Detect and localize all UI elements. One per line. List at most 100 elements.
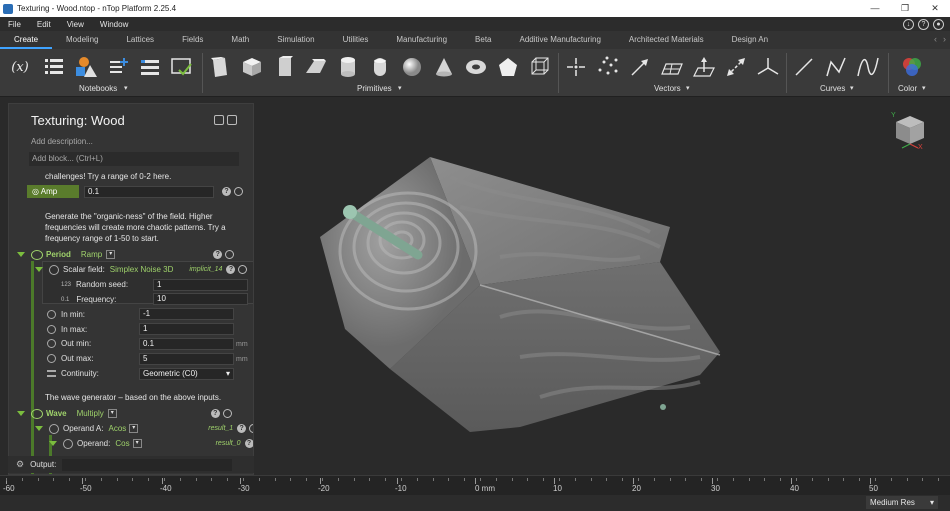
polyline-icon[interactable]	[824, 55, 848, 79]
tab-fields[interactable]: Fields	[168, 31, 217, 49]
sequence-icon[interactable]	[138, 55, 162, 79]
color-dropdown-icon[interactable]: ▾	[922, 84, 926, 92]
period-output-icon[interactable]	[225, 250, 235, 259]
operand-value[interactable]: Cos	[115, 439, 129, 448]
operand-collapse-icon[interactable]	[49, 441, 57, 446]
period-type-dropdown-icon[interactable]: ▾	[106, 250, 116, 259]
wave-collapse-icon[interactable]	[17, 411, 25, 416]
curves-group-label[interactable]: Curves	[820, 84, 845, 93]
wave-type-dropdown-icon[interactable]: ▾	[107, 409, 117, 418]
cylinder-icon[interactable]	[336, 55, 360, 79]
operand-dropdown-icon[interactable]: ▾	[132, 439, 142, 448]
line-icon[interactable]	[792, 55, 816, 79]
description-field[interactable]: Add description...	[31, 137, 93, 146]
color-group-label[interactable]: Color	[898, 84, 917, 93]
operand-a-output-icon[interactable]	[249, 424, 253, 433]
checklist-icon[interactable]	[170, 55, 194, 79]
seed-input[interactable]: 1	[153, 279, 248, 291]
tab-design-analysis[interactable]: Design An	[718, 31, 782, 49]
wave-output-icon[interactable]	[222, 409, 232, 418]
primitives-group-label[interactable]: Primitives	[357, 84, 392, 93]
maximize-button[interactable]: ❐	[890, 3, 920, 14]
tab-create[interactable]: Create	[0, 31, 53, 49]
cube-icon[interactable]	[240, 55, 264, 79]
in-min-input[interactable]: -1	[139, 308, 234, 320]
menu-edit[interactable]: Edit	[29, 20, 59, 29]
tab-scroll-left-icon[interactable]: ‹	[934, 34, 937, 44]
wave-type[interactable]: Multiply	[77, 409, 104, 418]
scalar-help-icon[interactable]: ?	[226, 265, 236, 274]
scalar-output-icon[interactable]	[238, 265, 248, 274]
frequency-input[interactable]: 10	[153, 293, 248, 305]
menu-file[interactable]: File	[0, 20, 29, 29]
capsule-icon[interactable]	[368, 55, 392, 79]
add-block-input[interactable]: Add block... (Ctrl+L)	[29, 152, 239, 166]
curves-dropdown-icon[interactable]: ▾	[850, 84, 854, 92]
spline-icon[interactable]	[856, 55, 880, 79]
wave-help-icon[interactable]: ?	[210, 409, 220, 418]
duplicate-icon[interactable]	[227, 115, 237, 125]
notebooks-group-label[interactable]: Notebooks	[79, 84, 117, 93]
download-icon[interactable]: ↓	[903, 18, 914, 30]
tab-modeling[interactable]: Modeling	[52, 31, 112, 49]
amp-input[interactable]: 0.1	[84, 185, 214, 198]
scalar-collapse-icon[interactable]	[35, 267, 43, 272]
tab-beta[interactable]: Beta	[461, 31, 505, 49]
out-max-input[interactable]: 5	[139, 353, 234, 365]
operand-help-icon[interactable]: ?	[244, 439, 253, 448]
operand-a-value[interactable]: Acos	[108, 424, 126, 433]
add-list-icon[interactable]	[107, 55, 131, 79]
out-min-input[interactable]: 0.1	[139, 338, 234, 350]
output-field[interactable]	[62, 458, 233, 471]
in-max-input[interactable]: 1	[139, 323, 234, 335]
close-button[interactable]: ✕	[920, 3, 950, 14]
torus-icon[interactable]	[464, 55, 488, 79]
menu-view[interactable]: View	[59, 20, 92, 29]
tab-lattices[interactable]: Lattices	[112, 31, 168, 49]
tab-architected-materials[interactable]: Architected Materials	[615, 31, 718, 49]
operand-a-dropdown-icon[interactable]: ▾	[129, 424, 139, 433]
tab-utilities[interactable]: Utilities	[329, 31, 383, 49]
box-icon[interactable]	[208, 55, 232, 79]
primitives-dropdown-icon[interactable]: ▾	[398, 84, 402, 92]
continuity-select[interactable]: Geometric (C0) ▾	[139, 368, 234, 380]
shapes-icon[interactable]	[74, 55, 98, 79]
point-list-icon[interactable]	[596, 55, 620, 79]
amp-output-icon[interactable]	[234, 187, 243, 196]
list-icon[interactable]	[42, 55, 66, 79]
point-icon[interactable]	[564, 55, 588, 79]
cone-icon[interactable]	[432, 55, 456, 79]
coordinate-system-icon[interactable]	[756, 55, 780, 79]
vector-icon[interactable]	[628, 55, 652, 79]
color-icon[interactable]	[900, 55, 924, 79]
polygon-icon[interactable]	[496, 55, 520, 79]
minimize-button[interactable]: —	[860, 3, 890, 14]
sphere-icon[interactable]	[400, 55, 424, 79]
scalar-field-value[interactable]: Simplex Noise 3D	[110, 265, 174, 274]
bounding-box-icon[interactable]	[528, 55, 552, 79]
refresh-icon[interactable]	[214, 115, 224, 125]
vectors-group-label[interactable]: Vectors	[654, 84, 681, 93]
variable-icon[interactable]: (x)	[8, 55, 32, 79]
view-cube[interactable]: Y X	[890, 110, 930, 152]
plane-icon[interactable]	[660, 55, 684, 79]
wedge-icon[interactable]	[304, 55, 328, 79]
resolution-dropdown[interactable]: Medium Res ▾	[866, 496, 938, 509]
period-collapse-icon[interactable]	[17, 252, 25, 257]
tab-additive-manufacturing[interactable]: Additive Manufacturing	[506, 31, 615, 49]
operand-a-help-icon[interactable]: ?	[237, 424, 247, 433]
amp-help-icon[interactable]: ?	[222, 187, 231, 196]
tab-manufacturing[interactable]: Manufacturing	[382, 31, 461, 49]
period-help-icon[interactable]: ?	[213, 250, 223, 259]
tab-math[interactable]: Math	[217, 31, 263, 49]
account-icon[interactable]: ●	[933, 18, 944, 30]
tab-simulation[interactable]: Simulation	[263, 31, 328, 49]
gear-icon[interactable]: ⚙	[16, 459, 24, 470]
operand-a-collapse-icon[interactable]	[35, 426, 43, 431]
help-icon[interactable]: ?	[918, 18, 929, 30]
tab-scroll-right-icon[interactable]: ›	[943, 34, 946, 44]
line-segment-icon[interactable]	[724, 55, 748, 79]
period-type[interactable]: Ramp	[81, 250, 102, 259]
plane-normal-icon[interactable]	[692, 55, 716, 79]
vectors-dropdown-icon[interactable]: ▾	[686, 84, 690, 92]
